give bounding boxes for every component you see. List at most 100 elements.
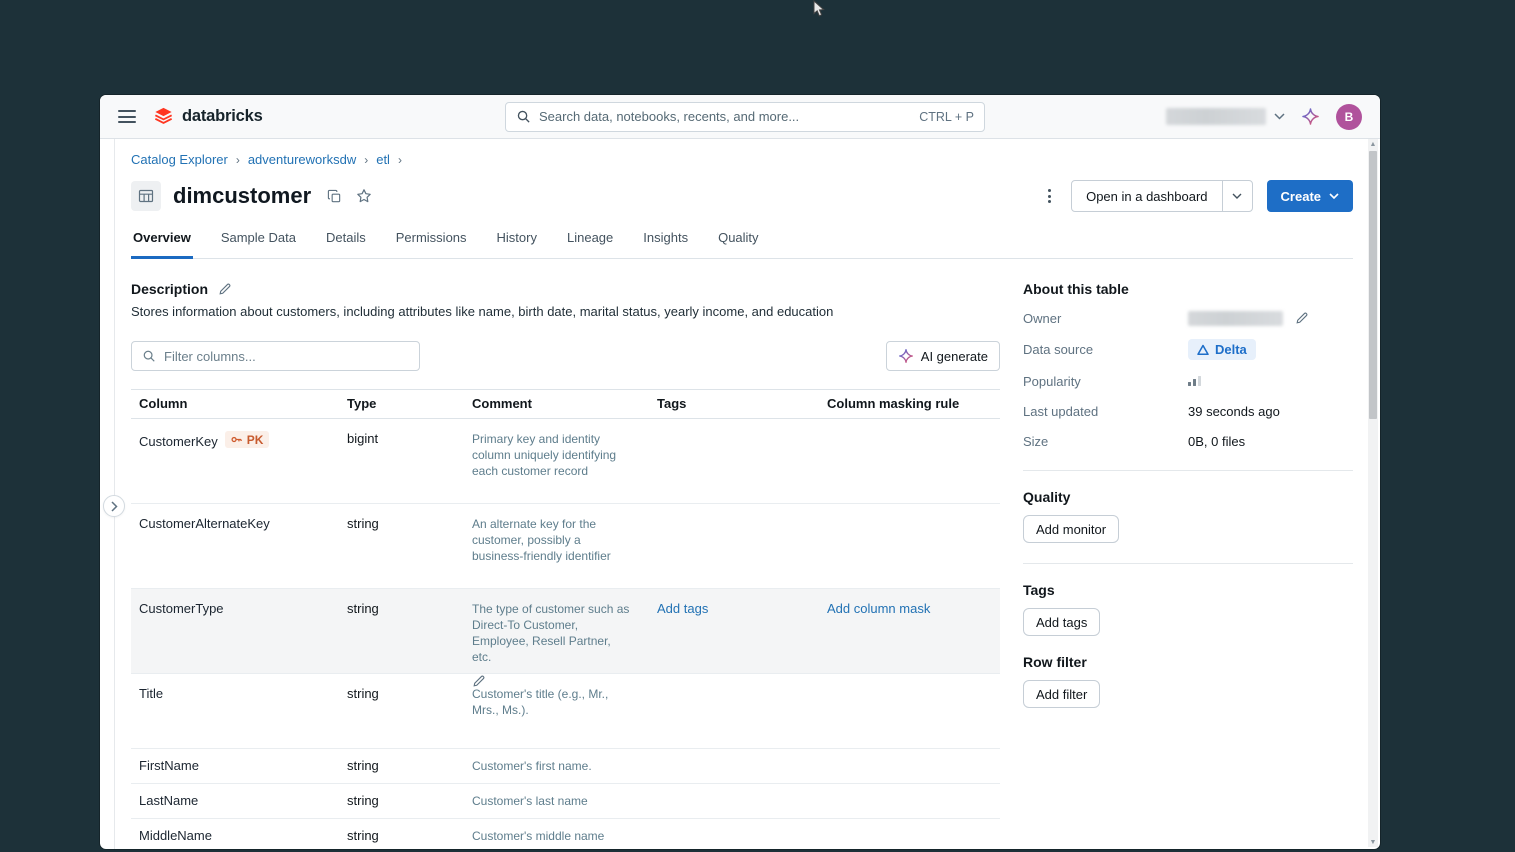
breadcrumb: Catalog Explorer › adventureworksdw › etl ›	[131, 152, 1353, 167]
column-type: string	[347, 516, 379, 531]
breadcrumb-separator-icon: ›	[397, 152, 402, 167]
column-name-cell: LastName	[131, 784, 339, 818]
about-label: Last updated	[1023, 403, 1099, 419]
databricks-brand[interactable]: databricks	[152, 105, 263, 128]
table-row[interactable]: LastName string Customer's last name	[131, 784, 1000, 819]
about-value: 39 seconds ago	[1188, 403, 1280, 419]
tab-quality[interactable]: Quality	[716, 230, 760, 258]
about-value	[1188, 310, 1309, 326]
workspace-switcher[interactable]	[1166, 108, 1285, 125]
scroll-up-icon[interactable]: ▲	[1368, 139, 1378, 149]
description-text: Stores information about customers, incl…	[131, 304, 834, 319]
tab-overview[interactable]: Overview	[131, 230, 193, 259]
add-monitor-button[interactable]: Add monitor	[1023, 515, 1120, 543]
tab-insights[interactable]: Insights	[641, 230, 690, 258]
open-in-dashboard-button[interactable]: Open in a dashboard	[1072, 181, 1221, 211]
vertical-scrollbar[interactable]: ▲ ▼	[1368, 139, 1378, 847]
breadcrumb-separator-icon: ›	[235, 152, 240, 167]
hamburger-menu-icon[interactable]	[118, 110, 136, 123]
scrollbar-thumb[interactable]	[1369, 151, 1377, 419]
about-value: 0B, 0 files	[1188, 433, 1246, 449]
description-label: Description	[131, 281, 209, 297]
tab-permissions[interactable]: Permissions	[394, 230, 469, 258]
add-tags-button[interactable]: Add tags	[1023, 608, 1101, 636]
page-header: dimcustomer Open in a dashboard Create	[131, 180, 1353, 212]
column-type: bigint	[347, 431, 379, 446]
column-name: MiddleName	[139, 828, 212, 843]
table-row[interactable]: CustomerType string The type of customer s…	[131, 589, 1000, 687]
column-mask-cell	[819, 749, 1000, 783]
top-navigation-bar: databricks Search data, notebooks, recen…	[100, 95, 1380, 139]
column-tags-cell	[649, 419, 819, 503]
create-button-label: Create	[1280, 188, 1321, 204]
tab-lineage[interactable]: Lineage	[565, 230, 615, 258]
user-avatar[interactable]: B	[1336, 103, 1362, 130]
about-label: Popularity	[1023, 373, 1081, 389]
column-comment: Customer's title (e.g., Mr., Mrs., Ms.).	[472, 687, 609, 717]
column-mask-cell	[819, 504, 1000, 588]
quality-title: Quality	[1023, 489, 1071, 505]
search-shortcut: CTRL + P	[919, 109, 974, 124]
table-row[interactable]: MiddleName string Customer's middle name	[131, 819, 1000, 849]
column-comment: Customer's last name	[472, 794, 588, 808]
table-row[interactable]: CustomerAlternateKey string An alternate k…	[131, 504, 1000, 589]
breadcrumb-link[interactable]: etl	[376, 152, 390, 167]
filter-columns-input[interactable]: Filter columns...	[131, 341, 420, 371]
tab-sample-data[interactable]: Sample Data	[219, 230, 298, 258]
column-comment-cell: Customer's title (e.g., Mr., Mrs., Ms.).	[464, 674, 649, 748]
breadcrumb-link[interactable]: adventureworksdw	[248, 152, 356, 167]
column-mask-cell	[819, 784, 1000, 818]
open-in-dashboard-caret[interactable]	[1221, 181, 1252, 211]
about-title: About this table	[1023, 281, 1129, 297]
column-name: FirstName	[139, 758, 199, 773]
column-mask-cell	[819, 419, 1000, 503]
filter-placeholder: Filter columns...	[164, 348, 256, 364]
column-name-cell: MiddleName	[131, 819, 339, 849]
tab-details[interactable]: Details	[324, 230, 368, 258]
row-filter-title: Row filter	[1023, 654, 1087, 670]
copy-name-icon[interactable]	[325, 187, 344, 206]
about-row: Popularity	[1023, 372, 1353, 390]
add-column-mask-link[interactable]: Add column mask	[827, 601, 930, 616]
column-comment-cell: Customer's middle name	[464, 819, 649, 849]
column-name: LastName	[139, 793, 199, 808]
column-name-cell: CustomerKey PK	[131, 419, 339, 503]
global-search-input[interactable]: Search data, notebooks, recents, and mor…	[505, 101, 985, 132]
ai-generate-button[interactable]: AI generate	[885, 341, 1000, 371]
table-row[interactable]: Title string Customer's title (e.g., Mr., …	[131, 674, 1000, 749]
about-rows: Owner Data source Delta Popularity Last upda…	[1023, 309, 1353, 450]
table-row[interactable]: FirstName string Customer's first name.	[131, 749, 1000, 784]
add-filter-button[interactable]: Add filter	[1023, 680, 1101, 708]
details-sidebar: About this table Owner Data source Delta Po…	[1023, 281, 1353, 849]
column-header[interactable]: Comment	[464, 390, 649, 418]
ai-sparkle-icon	[898, 349, 913, 363]
edit-description-icon[interactable]	[218, 282, 232, 296]
breadcrumb-link[interactable]: Catalog Explorer	[131, 152, 228, 167]
assistant-sparkle-icon[interactable]	[1301, 107, 1320, 126]
edit-owner-icon[interactable]	[1295, 311, 1309, 325]
column-header[interactable]: Tags	[649, 390, 819, 418]
chevron-right-icon	[110, 500, 118, 512]
favorite-star-icon[interactable]	[354, 186, 374, 206]
column-comment-cell: Primary key and identity column uniquely…	[464, 419, 649, 503]
more-actions-kebab-icon[interactable]	[1042, 185, 1057, 207]
about-value: Delta	[1188, 339, 1256, 360]
scroll-down-icon[interactable]: ▼	[1368, 837, 1378, 847]
column-header[interactable]: Type	[339, 390, 464, 418]
column-comment: An alternate key for the customer, possi…	[472, 517, 611, 563]
columns-table: Column Type Comment Tags Column masking rule…	[131, 389, 1000, 849]
tab-history[interactable]: History	[495, 230, 539, 258]
create-button[interactable]: Create	[1266, 180, 1353, 212]
delta-badge: Delta	[1188, 339, 1256, 360]
column-type: string	[347, 828, 379, 843]
column-header[interactable]: Column masking rule	[819, 390, 1000, 418]
column-type: string	[347, 793, 379, 808]
add-tags-link[interactable]: Add tags	[657, 601, 708, 616]
column-tags-cell	[649, 784, 819, 818]
desktop-background: databricks Search data, notebooks, recen…	[0, 0, 1515, 852]
column-header[interactable]: Column	[131, 390, 339, 418]
column-comment: The type of customer such as Direct-To C…	[472, 602, 630, 664]
expand-sidebar-button[interactable]	[103, 495, 125, 517]
column-name: CustomerType	[139, 601, 224, 616]
table-row[interactable]: CustomerKey PK bigint Primary key and ident…	[131, 419, 1000, 504]
